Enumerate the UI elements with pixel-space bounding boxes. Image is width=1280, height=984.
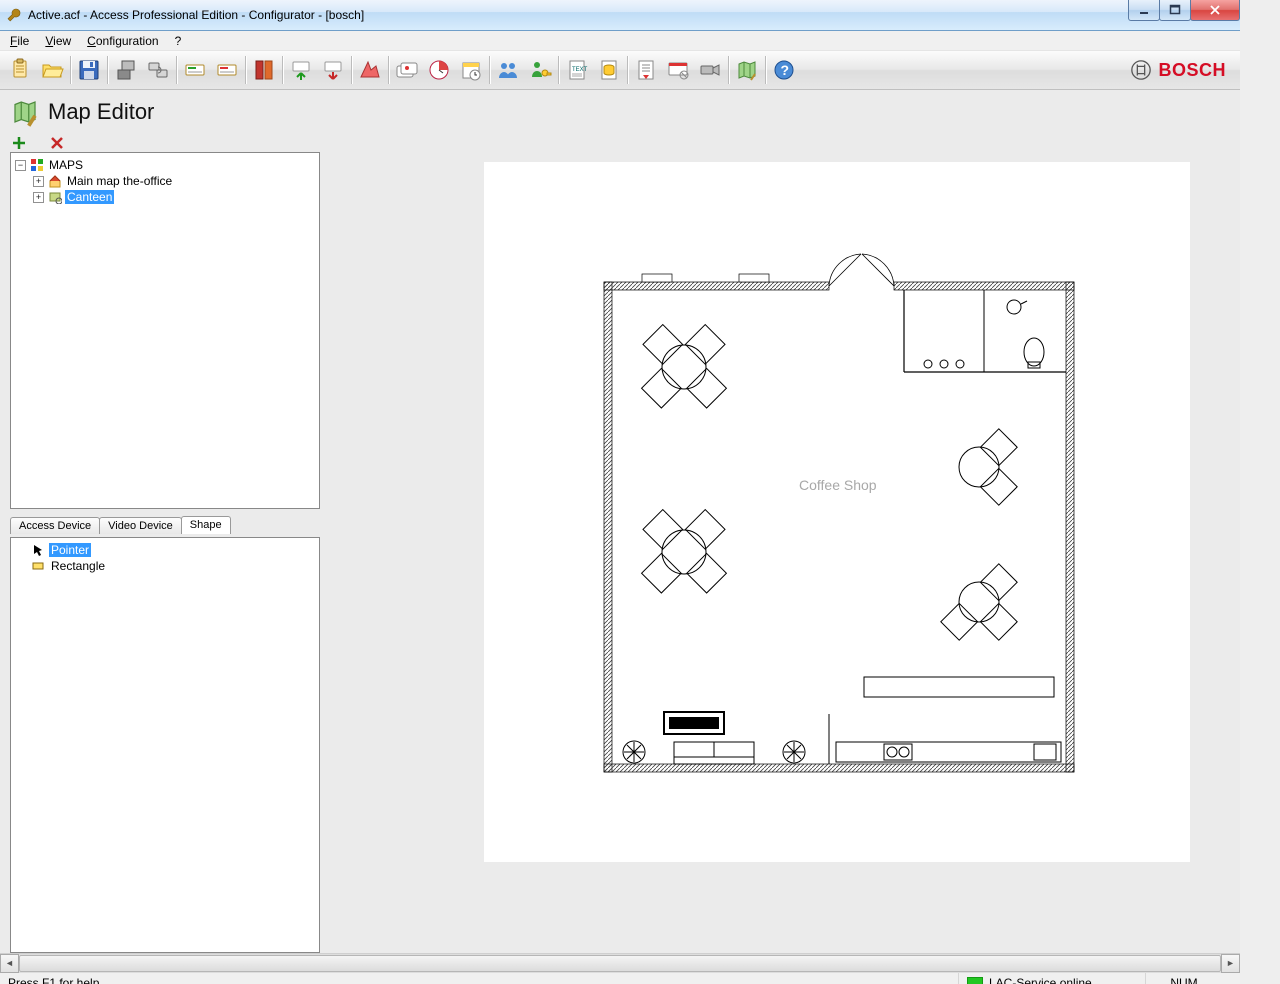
toolbar-separator — [245, 56, 246, 84]
page-header: Map Editor — [0, 90, 1240, 134]
map-tree[interactable]: − MAPS + Main map the-office + Canteen — [10, 152, 320, 509]
status-service: LAC-Service online — [959, 973, 1146, 984]
device-tabstrip: Access Device Video Device Shape — [10, 513, 320, 534]
toolbar-separator — [765, 56, 766, 84]
bosch-logo: BOSCH — [1130, 59, 1226, 81]
toolbar-separator — [627, 56, 628, 84]
toolbar-separator — [558, 56, 559, 84]
close-button[interactable] — [1190, 0, 1240, 21]
home-map-icon — [48, 174, 62, 188]
tree-item-main-map[interactable]: + Main map the-office — [15, 173, 319, 189]
menu-file[interactable]: File — [4, 33, 35, 49]
maximize-button[interactable] — [1159, 0, 1191, 21]
tree-root-label: MAPS — [47, 158, 85, 172]
toolbar-separator — [176, 56, 177, 84]
bosch-brand-text: BOSCH — [1158, 60, 1226, 81]
tree-item-label: Main map the-office — [65, 174, 174, 188]
map-editor-icon — [10, 97, 40, 127]
main-toolbar: TEXT ? BOSCH — [0, 51, 1240, 90]
time-models-button[interactable] — [424, 55, 454, 85]
toolbar-separator — [489, 56, 490, 84]
map-canvas[interactable]: Coffee Shop — [484, 162, 1190, 862]
menu-help[interactable]: ? — [169, 33, 188, 49]
maps-root-icon — [30, 158, 44, 172]
authorizations-button[interactable] — [525, 55, 555, 85]
bosch-symbol-icon — [1130, 59, 1152, 81]
log-button[interactable] — [631, 55, 661, 85]
schedules-button[interactable] — [456, 55, 486, 85]
toolbar-separator — [282, 56, 283, 84]
shape-item-label: Rectangle — [49, 559, 107, 573]
controllers-button[interactable] — [111, 55, 141, 85]
page-title: Map Editor — [48, 99, 154, 125]
shape-pointer-item[interactable]: Pointer — [31, 542, 317, 558]
floorplan-label: Coffee Shop — [799, 477, 877, 493]
svg-text:?: ? — [781, 62, 790, 78]
menu-view[interactable]: View — [39, 33, 77, 49]
collapse-icon[interactable]: − — [15, 160, 26, 171]
svg-text:TEXT: TEXT — [572, 67, 588, 73]
menu-configuration[interactable]: Configuration — [81, 33, 164, 49]
db-report-button[interactable] — [594, 55, 624, 85]
expand-icon[interactable]: + — [33, 192, 44, 203]
horizontal-scrollbar[interactable]: ◄ ► — [0, 953, 1240, 972]
scroll-right-button[interactable]: ► — [1221, 954, 1240, 973]
map-editor-button[interactable] — [732, 55, 762, 85]
tree-item-canteen[interactable]: + Canteen — [15, 189, 319, 205]
minimize-button[interactable] — [1128, 0, 1160, 21]
add-map-button[interactable] — [12, 136, 26, 150]
status-help: Press F1 for help — [0, 973, 959, 984]
shape-panel[interactable]: Pointer Rectangle — [10, 537, 320, 953]
pointer-icon — [31, 543, 45, 557]
app-wrench-icon — [6, 7, 22, 23]
help-button[interactable]: ? — [769, 55, 799, 85]
statusbar: Press F1 for help LAC-Service online NUM — [0, 972, 1240, 984]
toolbar-separator — [388, 56, 389, 84]
scroll-thumb[interactable] — [19, 955, 1221, 972]
persons-button[interactable] — [493, 55, 523, 85]
tab-shape[interactable]: Shape — [181, 516, 231, 534]
sub-map-icon — [48, 190, 62, 204]
reader-output-button[interactable] — [212, 55, 242, 85]
cards-button[interactable] — [392, 55, 422, 85]
shape-rectangle-item[interactable]: Rectangle — [31, 558, 317, 574]
status-led-icon — [967, 977, 983, 984]
delete-map-button[interactable] — [50, 136, 64, 150]
reader-input-button[interactable] — [180, 55, 210, 85]
rectangle-icon — [31, 559, 45, 573]
expand-icon[interactable]: + — [33, 176, 44, 187]
toolbar-separator — [728, 56, 729, 84]
titlebar: Active.acf - Access Professional Edition… — [0, 0, 1240, 31]
window-controls — [1129, 0, 1240, 20]
scroll-left-button[interactable]: ◄ — [0, 954, 19, 973]
menubar: File View Configuration ? — [0, 31, 1240, 51]
video-devices-button[interactable] — [695, 55, 725, 85]
status-numlock: NUM — [1146, 973, 1222, 984]
tab-video-device[interactable]: Video Device — [99, 517, 182, 534]
tree-root-row[interactable]: − MAPS — [15, 157, 319, 173]
save-button[interactable] — [74, 55, 104, 85]
tree-item-label: Canteen — [65, 190, 114, 204]
tab-access-device[interactable]: Access Device — [10, 517, 100, 534]
scroll-track[interactable] — [19, 954, 1221, 973]
device-link-button[interactable] — [143, 55, 173, 85]
tree-toolbar — [0, 134, 1240, 152]
upload-config-button[interactable] — [286, 55, 316, 85]
open-config-button[interactable] — [37, 55, 67, 85]
status-service-text: LAC-Service online — [989, 976, 1092, 984]
window-title: Active.acf - Access Professional Edition… — [28, 8, 1129, 22]
toolbar-separator — [351, 56, 352, 84]
download-config-button[interactable] — [318, 55, 348, 85]
text-report-button[interactable]: TEXT — [562, 55, 592, 85]
new-config-button[interactable] — [5, 55, 35, 85]
doors-button[interactable] — [249, 55, 279, 85]
toolbar-separator — [70, 56, 71, 84]
map-canvas-area: Coffee Shop — [324, 152, 1240, 953]
shape-item-label: Pointer — [49, 543, 91, 557]
areas-button[interactable] — [355, 55, 385, 85]
license-button[interactable] — [663, 55, 693, 85]
toolbar-separator — [107, 56, 108, 84]
